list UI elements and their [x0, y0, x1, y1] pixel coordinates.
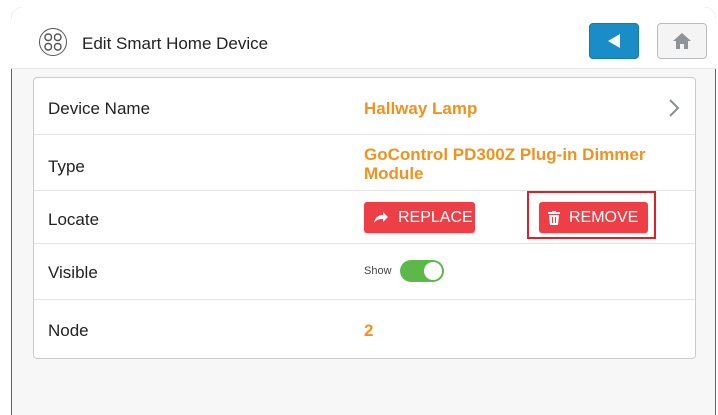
- visible-toggle-group: Show: [364, 260, 444, 282]
- smart-home-device-icon: [39, 28, 67, 56]
- node-label: Node: [48, 321, 89, 340]
- visible-label: Visible: [48, 263, 98, 282]
- share-arrow-icon: [374, 212, 388, 223]
- header-bar: Edit Smart Home Device: [11, 7, 716, 69]
- type-value-line-1: GoControl PD300Z Plug-in Dimmer: [364, 145, 646, 164]
- type-value: GoControl PD300Z Plug-in Dimmer Module: [364, 145, 645, 183]
- type-row: Type GoControl PD300Z Plug-in Dimmer Mod…: [34, 135, 695, 191]
- toggle-knob: [423, 262, 442, 280]
- node-row: Node 2: [34, 300, 695, 359]
- device-name-row[interactable]: Device Name Hallway Lamp: [34, 78, 695, 135]
- chevron-right-icon: [669, 99, 680, 117]
- type-label: Type: [48, 157, 85, 176]
- device-name-value: Hallway Lamp: [364, 99, 478, 118]
- home-button[interactable]: [657, 23, 707, 59]
- visible-row: Visible Show: [34, 244, 695, 300]
- home-icon: [673, 33, 691, 49]
- node-value: 2: [364, 321, 374, 340]
- device-name-label: Device Name: [48, 99, 151, 118]
- replace-button[interactable]: REPLACE: [364, 202, 475, 233]
- back-arrow-icon: [608, 34, 620, 48]
- locate-label: Locate: [48, 210, 100, 229]
- toggle-show-label: Show: [364, 265, 392, 277]
- replace-button-label: REPLACE: [398, 208, 473, 226]
- visible-toggle[interactable]: [399, 260, 444, 282]
- remove-highlight-box: [527, 191, 656, 239]
- back-button[interactable]: [589, 23, 639, 59]
- type-value-line-2: Module: [364, 164, 424, 183]
- page-title: Edit Smart Home Device: [82, 34, 269, 53]
